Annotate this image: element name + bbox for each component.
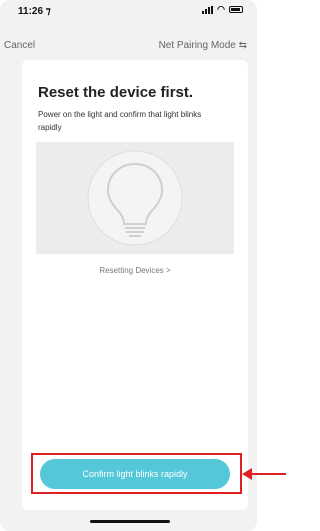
signal-icon bbox=[202, 5, 214, 14]
battery-icon bbox=[229, 6, 243, 13]
wifi-icon: ◠ bbox=[217, 4, 225, 14]
page-title: Reset the device first. bbox=[38, 84, 194, 101]
arrow-icon bbox=[242, 468, 286, 480]
navigation-bar: Cancel Net Pairing Mode ⇆ bbox=[0, 34, 257, 54]
phone-screen: 11:26 ⁊ ◠ Cancel Net Pairing Mode ⇆ Rese… bbox=[0, 0, 257, 531]
status-bar: 11:26 ⁊ ◠ bbox=[0, 0, 257, 24]
home-indicator bbox=[90, 520, 170, 523]
confirm-button[interactable]: Confirm light blinks rapidly bbox=[40, 459, 230, 489]
resetting-devices-link[interactable]: Resetting Devices > bbox=[22, 266, 248, 275]
cancel-button[interactable]: Cancel bbox=[4, 40, 35, 51]
device-illustration bbox=[36, 142, 234, 254]
status-icons: ◠ bbox=[202, 5, 243, 14]
light-bulb-icon bbox=[87, 150, 183, 246]
status-time: 11:26 ⁊ bbox=[18, 6, 51, 17]
net-pairing-mode-button[interactable]: Net Pairing Mode ⇆ bbox=[159, 40, 247, 51]
reset-card: Reset the device first. Power on the lig… bbox=[22, 60, 248, 510]
instruction-text: Power on the light and confirm that ligh… bbox=[38, 110, 202, 132]
